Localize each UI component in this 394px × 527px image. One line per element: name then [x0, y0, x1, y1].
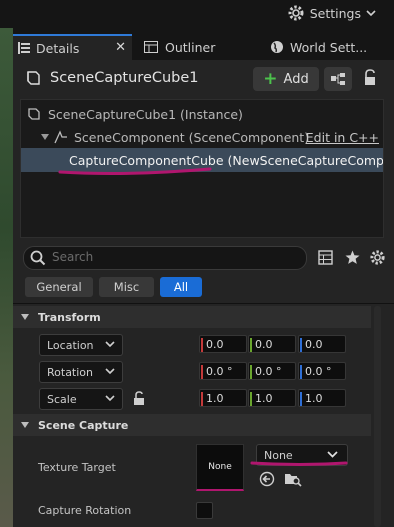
location-y-value: 0.0: [255, 337, 273, 351]
scale-y-field[interactable]: 1.0: [248, 389, 296, 407]
transform-section-header[interactable]: Transform: [13, 306, 371, 328]
tab-world-settings[interactable]: World Sett...: [268, 34, 388, 60]
browse-asset-icon[interactable]: [284, 471, 302, 487]
favorites-star-icon[interactable]: [345, 250, 360, 265]
transform-row-location: Location 0.0 0.0 0.0: [13, 331, 371, 358]
rotation-y-value: 0.0 °: [255, 364, 282, 378]
divider: [13, 303, 394, 304]
scale-z-field[interactable]: 1.0: [298, 389, 346, 407]
location-mode-dropdown[interactable]: Location: [39, 334, 123, 356]
unlock-icon[interactable]: [132, 391, 146, 407]
add-component-button[interactable]: + Add: [253, 67, 319, 91]
collapse-arrow-icon: [21, 422, 29, 428]
edit-in-cpp-link[interactable]: Edit in C++: [306, 130, 379, 145]
location-y-field[interactable]: 0.0: [248, 335, 296, 353]
scale-x-field[interactable]: 1.0: [199, 389, 247, 407]
use-selected-asset-icon[interactable]: [259, 471, 275, 487]
x-axis-marker: [201, 338, 203, 352]
location-x-value: 0.0: [206, 337, 224, 351]
rotation-z-field[interactable]: 0.0 °: [298, 362, 346, 380]
tab-outliner[interactable]: Outliner: [141, 34, 251, 60]
tree-row-scene-component[interactable]: SceneComponent (SceneComponent) Edit in …: [21, 125, 383, 149]
scrollbar[interactable]: [374, 306, 381, 527]
chevron-down-icon: [366, 10, 376, 17]
x-axis-marker: [201, 392, 203, 406]
annotation-underline: [58, 167, 212, 175]
scale-y-value: 1.0: [255, 391, 273, 405]
location-z-field[interactable]: 0.0: [298, 335, 346, 353]
tab-label: World Sett...: [290, 39, 368, 55]
dropdown-label: Rotation: [47, 365, 94, 379]
dropdown-label: Location: [47, 338, 94, 352]
settings-button[interactable]: Settings: [287, 4, 376, 22]
scene-component-icon: [54, 130, 67, 144]
rotation-x-field[interactable]: 0.0 °: [199, 362, 247, 380]
viewport-edge: [0, 28, 13, 527]
search-input[interactable]: Search: [23, 246, 307, 270]
scale-z-value: 1.0: [305, 391, 323, 405]
y-axis-marker: [250, 365, 252, 379]
collapse-arrow-icon: [21, 314, 29, 320]
filter-misc-button[interactable]: Misc: [99, 277, 154, 297]
rotation-mode-dropdown[interactable]: Rotation: [39, 361, 123, 383]
plus-icon: +: [263, 69, 278, 89]
capture-rotation-checkbox[interactable]: [196, 502, 213, 519]
gear-icon: [288, 5, 304, 21]
actor-cube-icon: [27, 71, 40, 85]
add-label: Add: [283, 71, 309, 87]
expand-arrow-icon[interactable]: [40, 133, 50, 141]
close-icon[interactable]: ✕: [115, 40, 126, 55]
section-label: Transform: [38, 310, 101, 324]
actor-cube-icon: [28, 108, 40, 120]
tree-row-label: SceneComponent (SceneComponent): [74, 129, 310, 145]
annotation-underline: [250, 461, 348, 466]
chevron-down-icon: [105, 368, 115, 375]
chevron-down-icon: [327, 451, 338, 458]
transform-row-rotation: Rotation 0.0 ° 0.0 ° 0.0 °: [13, 358, 371, 385]
location-x-field[interactable]: 0.0: [199, 335, 247, 353]
lock-icon[interactable]: [362, 69, 378, 87]
rotation-x-value: 0.0 °: [206, 364, 233, 378]
filter-general-button[interactable]: General: [25, 277, 93, 297]
capture-rotation-row: Capture Rotation: [13, 498, 371, 524]
chevron-down-icon: [105, 395, 115, 402]
outliner-icon: [144, 41, 158, 53]
rotation-z-value: 0.0 °: [305, 364, 332, 378]
scale-mode-dropdown[interactable]: Scale: [39, 388, 123, 410]
scene-capture-section-header[interactable]: Scene Capture: [13, 414, 371, 436]
section-label: Scene Capture: [38, 418, 129, 432]
search-icon: [30, 250, 46, 266]
tab-label: Details: [36, 40, 80, 56]
gear-icon[interactable]: [369, 249, 386, 266]
tab-details[interactable]: Details ✕: [13, 34, 132, 60]
table-view-icon[interactable]: [318, 250, 333, 265]
capture-rotation-label: Capture Rotation: [38, 504, 132, 517]
texture-thumbnail[interactable]: None: [196, 444, 244, 491]
texture-target-label: Texture Target: [38, 461, 116, 474]
rotation-y-field[interactable]: 0.0 °: [248, 362, 296, 380]
z-axis-marker: [300, 365, 302, 379]
settings-label: Settings: [309, 5, 361, 21]
blueprint-button[interactable]: [324, 67, 352, 91]
scale-x-value: 1.0: [206, 391, 224, 405]
z-axis-marker: [300, 338, 302, 352]
chevron-down-icon: [105, 341, 115, 348]
location-z-value: 0.0: [305, 337, 323, 351]
dropdown-label: Scale: [47, 392, 77, 406]
filter-all-button[interactable]: All: [160, 277, 202, 297]
search-placeholder: Search: [52, 250, 94, 264]
transform-row-scale: Scale 1.0 1.0 1.0: [13, 385, 371, 412]
actor-name: SceneCaptureCube1: [50, 70, 199, 86]
tree-row-instance[interactable]: SceneCaptureCube1 (Instance): [21, 102, 383, 126]
details-icon: [18, 42, 30, 54]
tab-label: Outliner: [165, 39, 216, 55]
blueprint-icon: [331, 73, 345, 85]
x-axis-marker: [201, 365, 203, 379]
tree-row-label: SceneCaptureCube1 (Instance): [48, 106, 243, 122]
globe-icon: [271, 41, 283, 53]
y-axis-marker: [250, 338, 252, 352]
z-axis-marker: [300, 392, 302, 406]
y-axis-marker: [250, 392, 252, 406]
tab-bar: Details ✕ Outliner World Sett...: [13, 34, 394, 60]
